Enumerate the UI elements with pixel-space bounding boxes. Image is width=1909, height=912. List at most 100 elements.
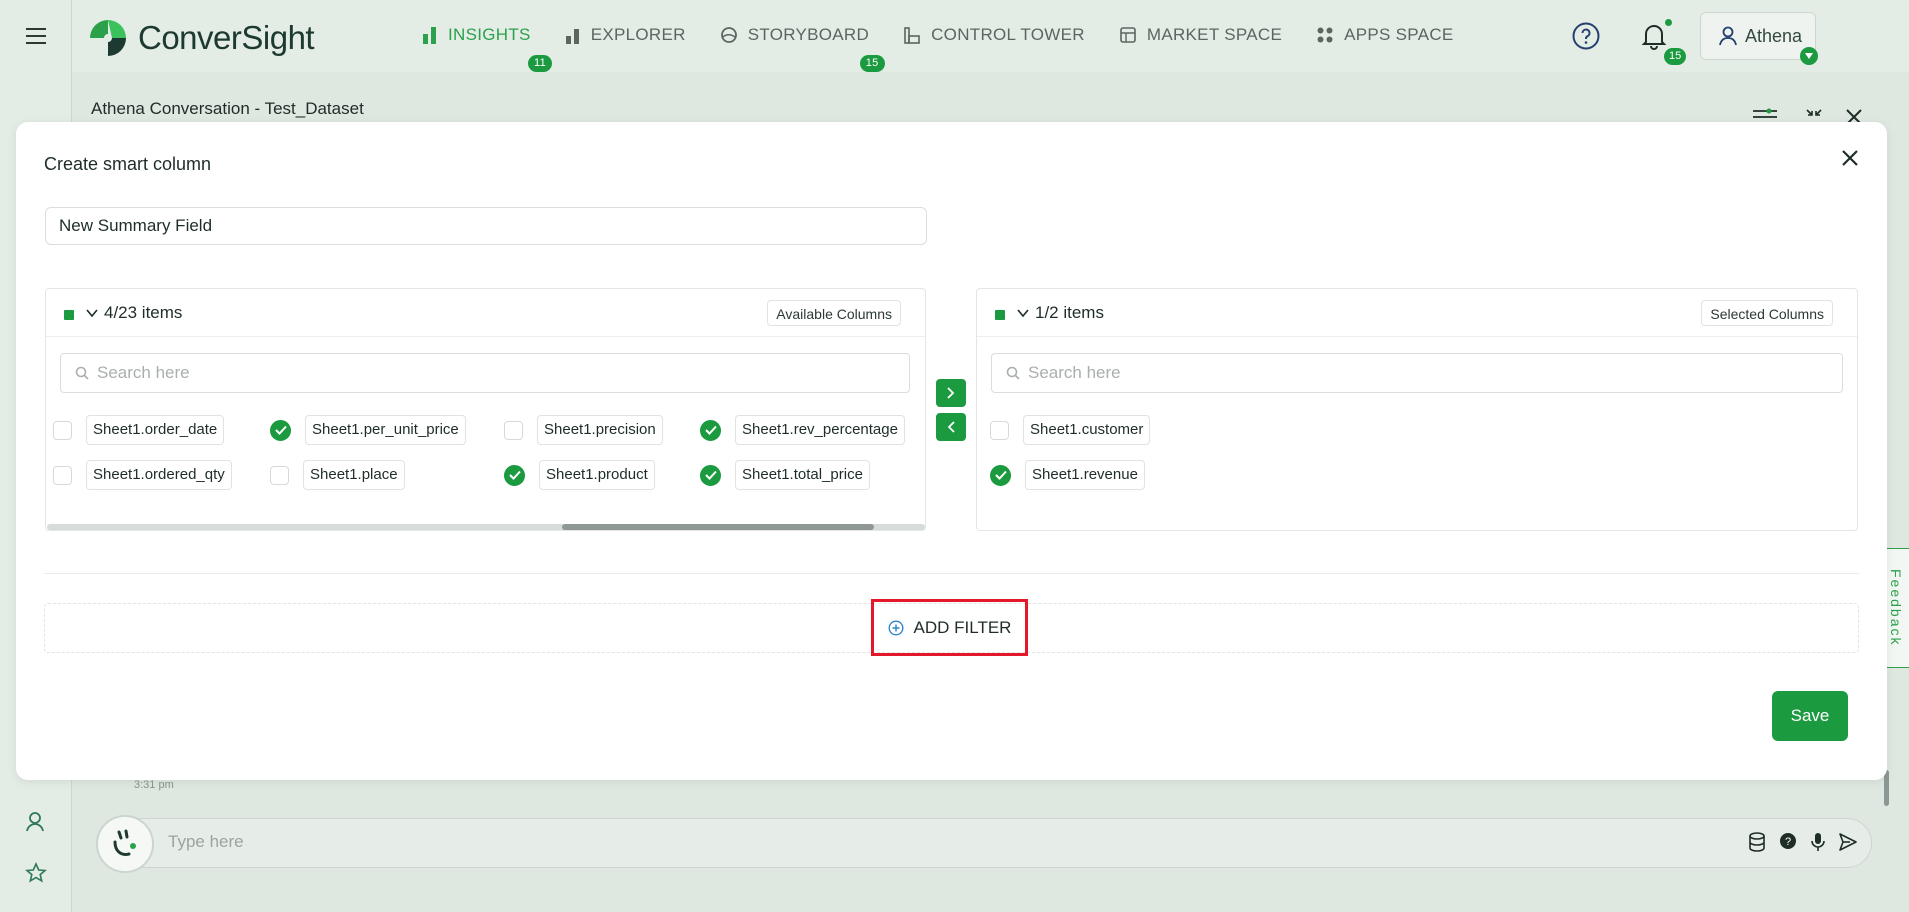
list-item[interactable]: Sheet1.order_date bbox=[53, 415, 225, 445]
search-icon bbox=[75, 366, 89, 385]
list-item[interactable]: Sheet1.per_unit_price bbox=[270, 415, 466, 445]
users-button[interactable] bbox=[22, 808, 50, 836]
available-search-input[interactable] bbox=[97, 354, 897, 392]
hamburger-menu-button[interactable] bbox=[22, 22, 50, 50]
available-dropdown-toggle[interactable] bbox=[86, 306, 98, 324]
check-icon bbox=[704, 470, 717, 480]
list-item[interactable]: Sheet1.precision bbox=[504, 415, 663, 445]
selected-select-all-checkbox[interactable] bbox=[995, 310, 1005, 320]
nav-market-space[interactable]: MARKET SPACE bbox=[1119, 15, 1282, 55]
nav-insights-badge: 11 bbox=[528, 55, 553, 72]
section-divider bbox=[44, 573, 1859, 574]
column-chip: Sheet1.rev_percentage bbox=[735, 415, 905, 445]
bar-chart-icon bbox=[423, 27, 436, 44]
dialog-close-button[interactable] bbox=[1838, 146, 1862, 170]
column-chip: Sheet1.revenue bbox=[1025, 460, 1145, 490]
plus-circle-icon bbox=[888, 619, 904, 636]
column-checkbox-checked[interactable] bbox=[990, 464, 1011, 486]
send-icon bbox=[1839, 833, 1857, 851]
chat-input-bar[interactable] bbox=[96, 818, 1872, 868]
column-chip: Sheet1.customer bbox=[1023, 415, 1151, 445]
notifications-count-badge: 15 bbox=[1664, 48, 1687, 65]
save-button[interactable]: Save bbox=[1772, 691, 1848, 741]
column-checkbox-checked[interactable] bbox=[700, 464, 721, 486]
nav-insights[interactable]: INSIGHTS 11 bbox=[422, 15, 553, 72]
column-name-input[interactable] bbox=[45, 207, 927, 245]
column-checkbox[interactable] bbox=[53, 420, 72, 440]
list-item[interactable]: Sheet1.product bbox=[504, 460, 655, 490]
available-horizontal-scrollbar[interactable] bbox=[47, 524, 925, 530]
check-icon bbox=[274, 425, 287, 435]
selected-search-box bbox=[991, 353, 1843, 393]
database-icon bbox=[1749, 832, 1765, 852]
notification-dot bbox=[1665, 19, 1672, 26]
column-chip: Sheet1.total_price bbox=[735, 460, 870, 490]
column-chip: Sheet1.per_unit_price bbox=[305, 415, 466, 445]
nav-storyboard-label: STORYBOARD bbox=[747, 25, 870, 44]
message-timestamp: 3:31 pm bbox=[134, 779, 174, 791]
page-scrollbar[interactable] bbox=[1884, 770, 1889, 806]
available-count: 4/23 items bbox=[104, 303, 183, 322]
list-item[interactable]: Sheet1.total_price bbox=[700, 460, 870, 490]
bell-icon bbox=[1641, 25, 1667, 50]
available-search-box bbox=[60, 353, 910, 393]
move-left-button[interactable] bbox=[936, 413, 966, 441]
selected-columns-tag: Selected Columns bbox=[1701, 300, 1833, 326]
available-columns-panel: 4/23 items Available Columns Sheet1.orde… bbox=[45, 288, 926, 531]
list-item[interactable]: Sheet1.revenue bbox=[990, 460, 1145, 490]
chevron-right-icon bbox=[947, 387, 955, 399]
column-checkbox-checked[interactable] bbox=[270, 419, 291, 441]
move-right-button[interactable] bbox=[936, 379, 966, 407]
caret-down-icon bbox=[1805, 53, 1813, 59]
column-chip: Sheet1.ordered_qty bbox=[86, 460, 232, 490]
conversight-logo-icon bbox=[90, 20, 126, 56]
list-item[interactable]: Sheet1.ordered_qty bbox=[53, 460, 232, 490]
bot-avatar bbox=[96, 815, 154, 873]
selected-columns-panel: 1/2 items Selected Columns Sheet1.custom… bbox=[976, 288, 1858, 531]
nav-storyboard[interactable]: STORYBOARD 15 bbox=[720, 15, 885, 72]
nav-control-tower-label: CONTROL TOWER bbox=[931, 25, 1085, 44]
selected-dropdown-toggle[interactable] bbox=[1017, 306, 1029, 324]
help-button[interactable] bbox=[1569, 19, 1603, 53]
column-checkbox-checked[interactable] bbox=[504, 464, 525, 486]
user-menu[interactable]: Athena bbox=[1700, 12, 1816, 60]
feedback-label: Feedback bbox=[1888, 569, 1904, 647]
apps-space-icon bbox=[1317, 27, 1333, 43]
column-checkbox[interactable] bbox=[53, 465, 72, 485]
available-columns-header: 4/23 items Available Columns bbox=[46, 289, 925, 337]
favorites-button[interactable] bbox=[22, 859, 50, 887]
users-icon bbox=[26, 812, 44, 832]
nav-market-space-label: MARKET SPACE bbox=[1146, 25, 1283, 44]
column-chip: Sheet1.precision bbox=[537, 415, 663, 445]
selected-search-input[interactable] bbox=[1028, 354, 1828, 392]
list-item[interactable]: Sheet1.rev_percentage bbox=[700, 415, 905, 445]
check-icon bbox=[508, 470, 521, 480]
available-select-all-checkbox[interactable] bbox=[64, 310, 74, 320]
column-chip: Sheet1.product bbox=[539, 460, 655, 490]
question-bubble-icon: ? bbox=[1780, 833, 1796, 849]
column-checkbox[interactable] bbox=[990, 420, 1009, 440]
control-tower-icon bbox=[904, 27, 920, 44]
send-button[interactable] bbox=[1838, 832, 1858, 854]
column-checkbox-checked[interactable] bbox=[700, 419, 721, 441]
add-filter-label: ADD FILTER bbox=[913, 617, 1012, 637]
nav-control-tower[interactable]: CONTROL TOWER bbox=[903, 15, 1085, 55]
database-button[interactable] bbox=[1748, 832, 1766, 854]
scrollbar-thumb[interactable] bbox=[562, 524, 874, 530]
nav-explorer-label: EXPLORER bbox=[590, 25, 686, 44]
question-button[interactable]: ? bbox=[1779, 832, 1797, 854]
list-item[interactable]: Sheet1.customer bbox=[990, 415, 1151, 445]
user-menu-caret[interactable] bbox=[1800, 47, 1818, 65]
list-item[interactable]: Sheet1.place bbox=[270, 460, 405, 490]
chevron-down-icon bbox=[1017, 309, 1029, 318]
column-checkbox[interactable] bbox=[504, 420, 523, 440]
conversation-title: Athena Conversation - Test_Dataset bbox=[91, 99, 364, 118]
close-icon bbox=[1842, 150, 1858, 166]
nav-apps-space[interactable]: APPS SPACE bbox=[1316, 15, 1453, 55]
microphone-button[interactable] bbox=[1810, 832, 1826, 854]
chat-input-placeholder: Type here bbox=[168, 832, 244, 851]
column-checkbox[interactable] bbox=[270, 465, 289, 485]
add-filter-button[interactable]: ADD FILTER bbox=[871, 599, 1028, 656]
brand-logo[interactable]: ConverSight bbox=[86, 16, 315, 60]
nav-explorer[interactable]: EXPLORER bbox=[565, 15, 686, 55]
